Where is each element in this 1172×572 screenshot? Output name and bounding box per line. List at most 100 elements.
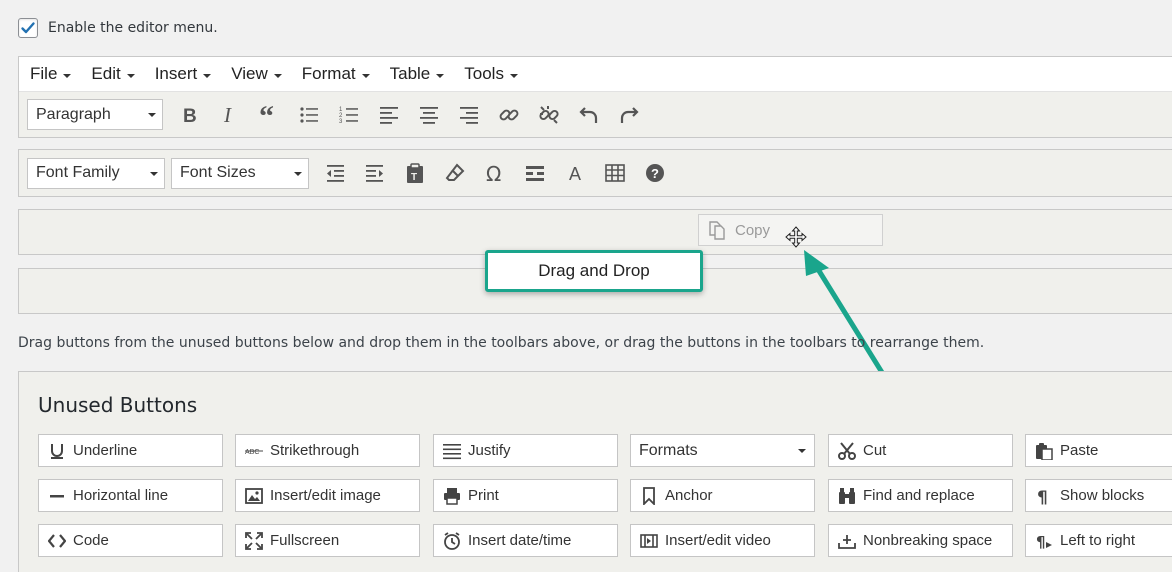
numbered-list-button[interactable]: 123 <box>329 98 369 132</box>
unused-buttons-title: Unused Buttons <box>38 393 198 417</box>
caret-down-icon <box>126 73 135 78</box>
svg-text:B: B <box>183 106 197 126</box>
ltr-icon: ¶ <box>1034 531 1054 551</box>
drag-and-drop-callout: Drag and Drop <box>485 250 703 292</box>
unused-button-label: Insert/edit video <box>665 532 771 549</box>
clock-icon <box>442 531 462 551</box>
undo-button[interactable] <box>569 98 609 132</box>
text-color-button[interactable]: A <box>555 156 595 190</box>
caret-down-icon <box>148 113 156 117</box>
help-button[interactable]: ? <box>635 156 675 190</box>
blockquote-button[interactable]: “ <box>249 98 289 132</box>
paste-text-button[interactable]: T <box>395 156 435 190</box>
unused-print-button[interactable]: Print <box>433 479 618 512</box>
unused-fullscreen-button[interactable]: Fullscreen <box>235 524 420 557</box>
font-sizes-select[interactable]: Font Sizes <box>171 157 309 189</box>
unused-code-button[interactable]: Code <box>38 524 223 557</box>
align-right-button[interactable] <box>449 98 489 132</box>
caret-down-icon <box>203 73 212 78</box>
align-center-button[interactable] <box>409 98 449 132</box>
toolbar-3[interactable] <box>18 209 1172 255</box>
italic-button[interactable]: I <box>209 98 249 132</box>
unused-horizontal-line-button[interactable]: Horizontal line <box>38 479 223 512</box>
unused-justify-button[interactable]: Justify <box>433 434 618 467</box>
bullet-list-button[interactable] <box>289 98 329 132</box>
unused-button-label: Print <box>468 487 499 504</box>
unused-nonbreaking-space-button[interactable]: Nonbreaking space <box>828 524 1013 557</box>
menu-insert-label: Insert <box>154 64 198 83</box>
menu-format[interactable]: Format <box>302 64 370 84</box>
align-right-icon <box>460 106 478 124</box>
unused-insert-edit-video-button[interactable]: Insert/edit video <box>630 524 815 557</box>
clear-format-button[interactable] <box>435 156 475 190</box>
enable-editor-menu-checkbox[interactable] <box>18 18 38 38</box>
paragraph-format-select[interactable]: Paragraph <box>27 99 163 130</box>
caret-down-icon <box>150 171 158 176</box>
blockquote-icon: “ <box>259 104 274 126</box>
link-button[interactable] <box>489 98 529 132</box>
bold-icon: B <box>183 106 197 126</box>
redo-button[interactable] <box>609 98 649 132</box>
menu-format-label: Format <box>301 64 356 83</box>
menu-insert[interactable]: Insert <box>155 64 212 84</box>
menu-edit[interactable]: Edit <box>91 64 135 84</box>
unused-button-label: Formats <box>639 441 698 459</box>
numbered-list-icon: 123 <box>339 107 358 125</box>
outdent-button[interactable] <box>315 156 355 190</box>
unlink-button[interactable] <box>529 98 569 132</box>
redo-icon <box>620 106 639 123</box>
unused-button-label: Code <box>73 532 109 549</box>
video-icon <box>639 531 659 551</box>
unused-button-label: Nonbreaking space <box>863 532 993 549</box>
enable-editor-menu-label: Enable the editor menu. <box>48 20 218 36</box>
code-icon <box>47 531 67 551</box>
special-character-button[interactable]: Ω <box>475 156 515 190</box>
caret-down-icon <box>361 73 370 78</box>
unused-button-label: Anchor <box>665 487 713 504</box>
omega-icon: Ω <box>486 162 501 184</box>
align-left-button[interactable] <box>369 98 409 132</box>
unused-buttons-panel: Unused Buttons Underline ABC Strikethrough… <box>18 371 1172 572</box>
unused-anchor-button[interactable]: Anchor <box>630 479 815 512</box>
horizontal-rule-button[interactable] <box>515 156 555 190</box>
text-color-icon: A <box>569 164 581 184</box>
unused-paste-button[interactable]: Paste <box>1025 434 1172 467</box>
menu-tools[interactable]: Tools <box>464 64 518 84</box>
unused-strikethrough-button[interactable]: ABC Strikethrough <box>235 434 420 467</box>
menu-edit-label: Edit <box>91 64 121 83</box>
drag-and-drop-callout-label: Drag and Drop <box>538 261 650 280</box>
unused-button-label: Left to right <box>1060 532 1136 549</box>
unused-show-blocks-button[interactable]: ¶ Show blocks <box>1025 479 1172 512</box>
unused-insert-edit-image-button[interactable]: Insert/edit image <box>235 479 420 512</box>
unused-underline-button[interactable]: Underline <box>38 434 223 467</box>
menu-table[interactable]: Table <box>390 64 445 84</box>
unused-find-and-replace-button[interactable]: Find and replace <box>828 479 1013 512</box>
font-family-select[interactable]: Font Family <box>27 157 165 189</box>
dragged-copy-label: Copy <box>735 221 771 239</box>
unused-insert-date-time-button[interactable]: Insert date/time <box>433 524 618 557</box>
unused-left-to-right-button[interactable]: ¶ Left to right <box>1025 524 1172 557</box>
menu-view[interactable]: View <box>231 64 282 84</box>
paragraph-format-value: Paragraph <box>36 105 111 123</box>
binoculars-icon <box>837 486 857 506</box>
toolbar-2: Font Family Font Sizes T Ω A ? <box>18 149 1172 197</box>
paste-text-icon: T <box>407 163 423 183</box>
align-left-icon <box>380 106 398 124</box>
indent-button[interactable] <box>355 156 395 190</box>
indent-icon <box>366 165 383 182</box>
link-icon <box>499 109 519 120</box>
justify-icon <box>442 441 462 461</box>
align-center-icon <box>420 106 438 124</box>
paste-icon <box>1034 441 1054 461</box>
nbsp-icon <box>837 531 857 551</box>
unused-button-label: Justify <box>468 442 511 459</box>
unused-formats-select[interactable]: Formats <box>630 434 815 467</box>
caret-down-icon <box>436 73 445 78</box>
unused-button-label: Show blocks <box>1060 487 1145 504</box>
menu-file[interactable]: File <box>30 64 72 84</box>
table-button[interactable] <box>595 156 635 190</box>
font-sizes-value: Font Sizes <box>180 164 256 181</box>
unused-cut-button[interactable]: Cut <box>828 434 1013 467</box>
svg-text:Ω: Ω <box>486 162 501 184</box>
bold-button[interactable]: B <box>169 98 209 132</box>
